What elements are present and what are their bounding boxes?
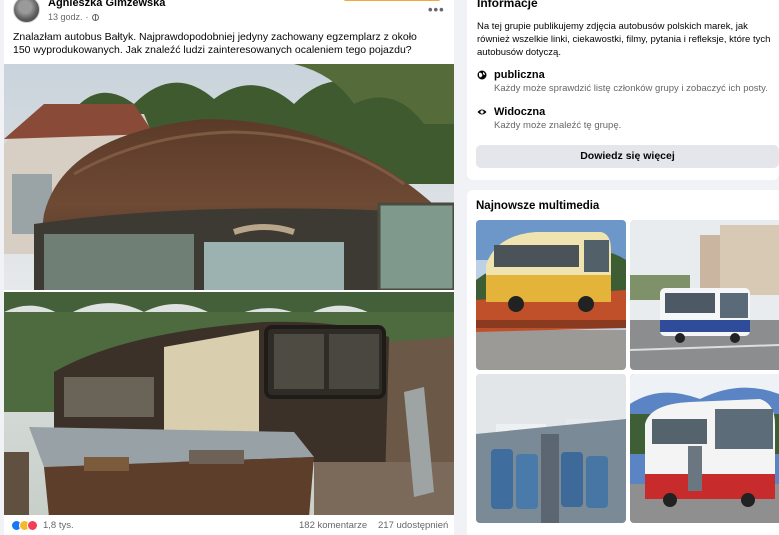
love-icon [27,520,38,531]
post-card: Agnieszka Gimżewska 13 godz. · ••• Znala… [4,0,454,535]
group-info-card: Informacje Na tej grupie publikujemy zdj… [467,0,779,180]
reactions-summary[interactable]: 1,8 tys. [11,520,74,531]
shares-count[interactable]: 217 udostępnień [378,520,448,531]
privacy-public-label: publiczna [494,69,545,81]
comments-count[interactable]: 182 komentarze [299,520,367,531]
eye-icon [477,109,487,115]
post-photo-bus-roof[interactable] [4,64,454,290]
recent-media-title: Najnowsze multimedia [476,200,600,212]
group-info-title: Informacje [477,0,538,10]
post-header: Agnieszka Gimżewska 13 godz. · ••• [4,0,454,28]
follow-button-edge[interactable] [344,0,440,1]
post-text: Znalazłam autobus Bałtyk. Najprawdopodob… [13,31,417,56]
media-thumb-red-bus[interactable] [630,374,779,523]
post-time[interactable]: 13 godz. [48,12,83,22]
group-description: Na tej grupie publikujemy zdjęcia autobu… [477,21,771,58]
post-meta: 13 godz. · [48,12,99,22]
post-menu-button[interactable]: ••• [428,2,445,17]
media-thumb-interior[interactable] [476,374,626,523]
reactions-count: 1,8 tys. [43,520,74,531]
visibility-label: Widoczna [494,106,546,118]
globe-icon [91,13,99,21]
post-footer: 1,8 tys. 182 komentarze 217 udostępnień [4,516,454,535]
post-photo-bus-side[interactable] [4,290,454,515]
media-thumb-yellow-bus[interactable] [476,220,626,370]
globe-icon [477,70,487,80]
visibility-desc: Każdy może znaleźć tę grupę. [494,120,622,131]
learn-more-button[interactable]: Dowiedz się więcej [476,145,779,168]
author-name[interactable]: Agnieszka Gimżewska [48,0,165,9]
recent-media-card: Najnowsze multimedia [467,190,779,535]
media-thumb-blue-bus[interactable] [630,220,779,370]
privacy-public-desc: Każdy może sprawdzić listę członków grup… [494,83,768,94]
author-avatar[interactable] [13,0,40,23]
